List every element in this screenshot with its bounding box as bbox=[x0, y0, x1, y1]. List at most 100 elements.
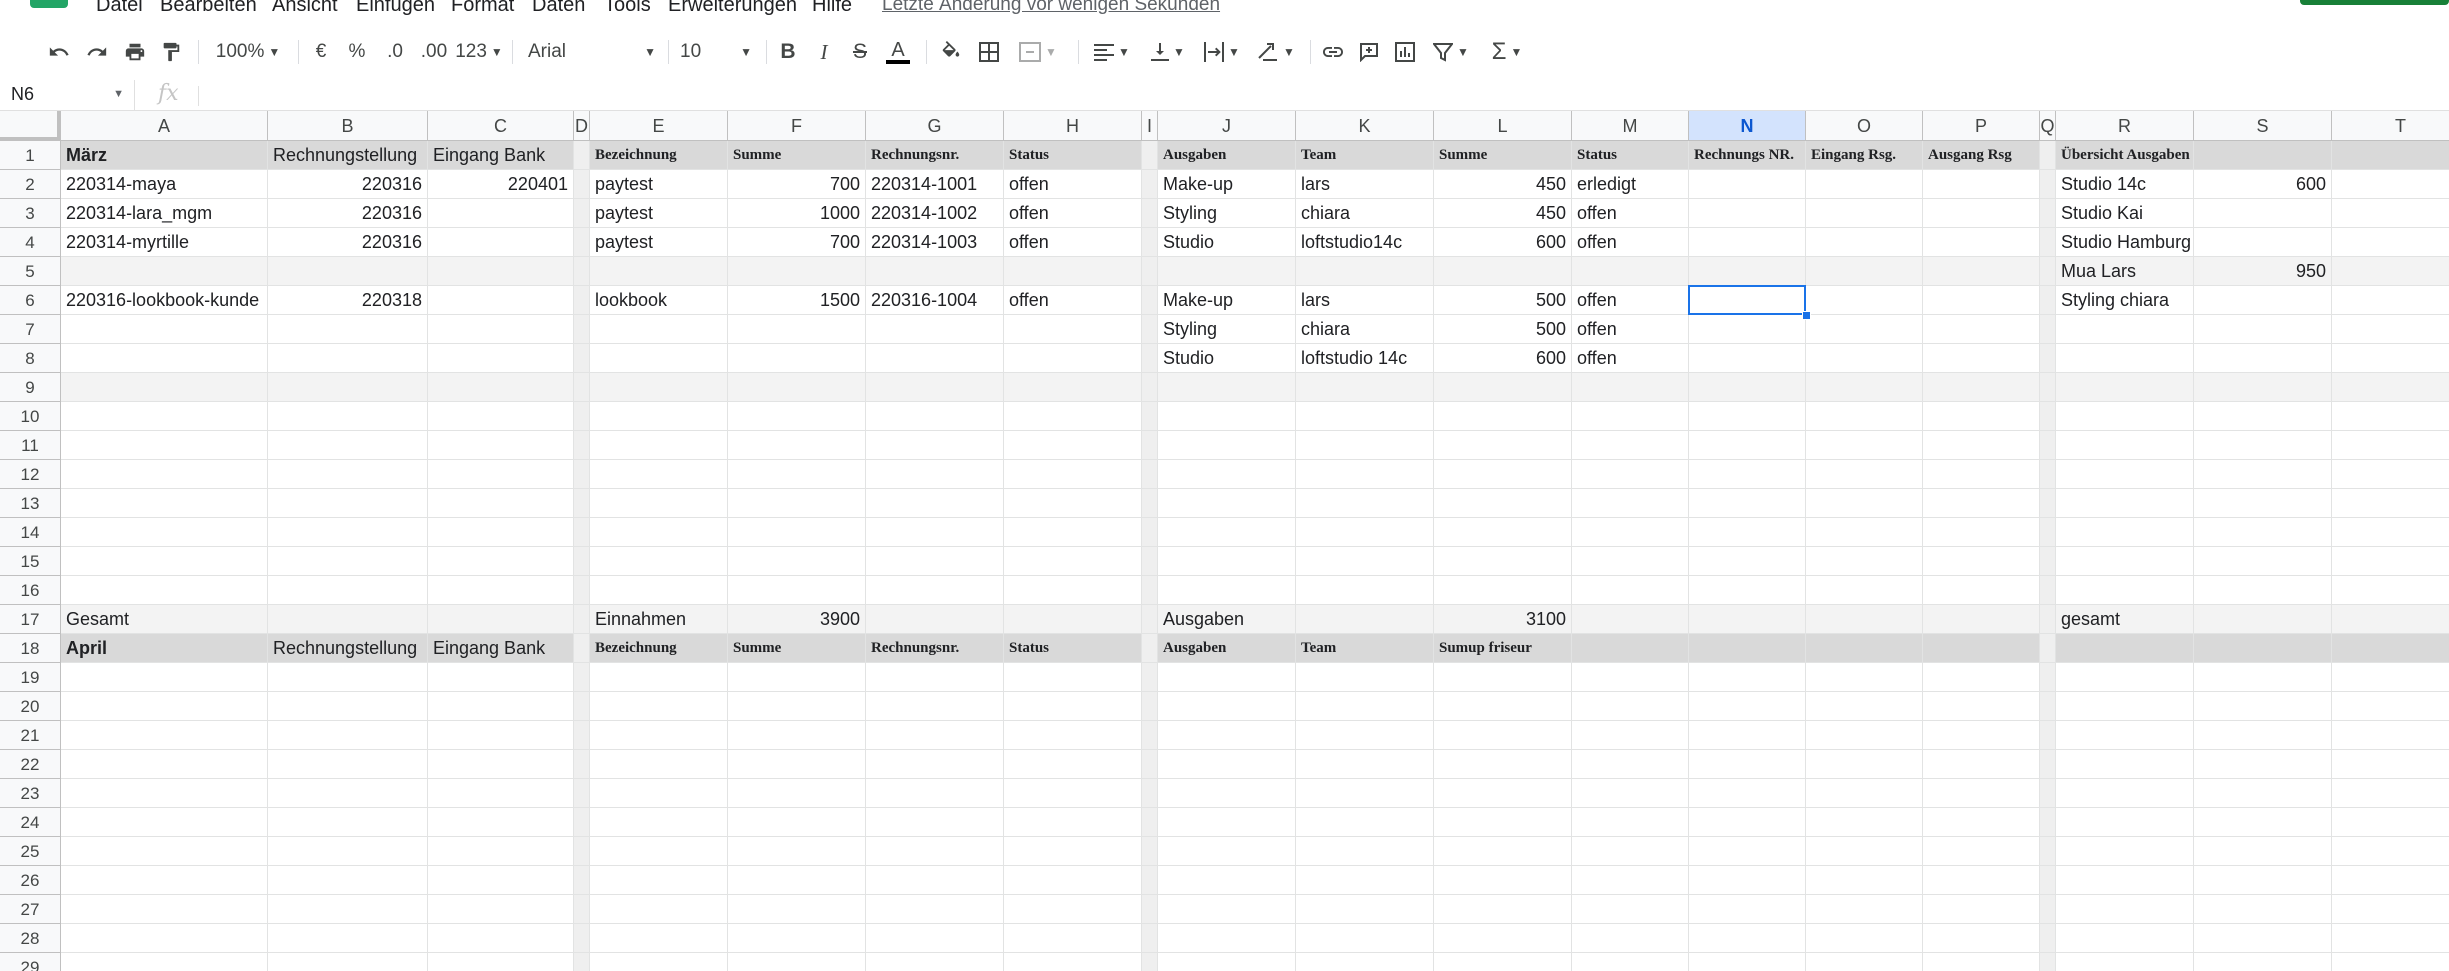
cell-q26[interactable] bbox=[2040, 866, 2056, 895]
cell-f9[interactable] bbox=[728, 373, 866, 402]
cell-k1[interactable]: Team bbox=[1296, 141, 1434, 170]
cell-t14[interactable] bbox=[2332, 518, 2449, 547]
cell-b19[interactable] bbox=[268, 663, 428, 692]
cell-s25[interactable] bbox=[2194, 837, 2332, 866]
cell-m22[interactable] bbox=[1572, 750, 1689, 779]
menu-hilfe[interactable]: Hilfe bbox=[812, 0, 852, 16]
cell-q6[interactable] bbox=[2040, 286, 2056, 315]
cell-m27[interactable] bbox=[1572, 895, 1689, 924]
cell-s7[interactable] bbox=[2194, 315, 2332, 344]
cell-a29[interactable] bbox=[61, 953, 268, 971]
cell-f12[interactable] bbox=[728, 460, 866, 489]
cell-l16[interactable] bbox=[1434, 576, 1572, 605]
cell-s18[interactable] bbox=[2194, 634, 2332, 663]
cell-j11[interactable] bbox=[1158, 431, 1296, 460]
cell-n17[interactable] bbox=[1689, 605, 1806, 634]
cell-h11[interactable] bbox=[1004, 431, 1142, 460]
cell-r25[interactable] bbox=[2056, 837, 2194, 866]
cell-i16[interactable] bbox=[1142, 576, 1158, 605]
cell-i29[interactable] bbox=[1142, 953, 1158, 971]
cell-f6[interactable]: 1500 bbox=[728, 286, 866, 315]
row-header-5[interactable]: 5 bbox=[0, 257, 61, 286]
cell-h25[interactable] bbox=[1004, 837, 1142, 866]
cell-c21[interactable] bbox=[428, 721, 574, 750]
cell-a4[interactable]: 220314-myrtille bbox=[61, 228, 268, 257]
cell-d7[interactable] bbox=[574, 315, 590, 344]
zoom-select[interactable]: 100% ▼ bbox=[208, 38, 288, 66]
cell-q23[interactable] bbox=[2040, 779, 2056, 808]
cell-i7[interactable] bbox=[1142, 315, 1158, 344]
cell-g6[interactable]: 220316-1004 bbox=[866, 286, 1004, 315]
cell-m24[interactable] bbox=[1572, 808, 1689, 837]
cell-l12[interactable] bbox=[1434, 460, 1572, 489]
cell-j15[interactable] bbox=[1158, 547, 1296, 576]
cell-i5[interactable] bbox=[1142, 257, 1158, 286]
cell-n12[interactable] bbox=[1689, 460, 1806, 489]
cell-k3[interactable]: chiara bbox=[1296, 199, 1434, 228]
cell-q2[interactable] bbox=[2040, 170, 2056, 199]
cell-j4[interactable]: Studio bbox=[1158, 228, 1296, 257]
cell-m15[interactable] bbox=[1572, 547, 1689, 576]
cell-g3[interactable]: 220314-1002 bbox=[866, 199, 1004, 228]
cell-t13[interactable] bbox=[2332, 489, 2449, 518]
cell-r1[interactable]: Übersicht Ausgaben (offen) bbox=[2056, 141, 2236, 170]
cell-b8[interactable] bbox=[268, 344, 428, 373]
cell-i8[interactable] bbox=[1142, 344, 1158, 373]
cell-l17[interactable]: 3100 bbox=[1434, 605, 1572, 634]
cell-n2[interactable] bbox=[1689, 170, 1806, 199]
cell-d26[interactable] bbox=[574, 866, 590, 895]
row-header-18[interactable]: 18 bbox=[0, 634, 61, 663]
cell-i21[interactable] bbox=[1142, 721, 1158, 750]
cell-a5[interactable] bbox=[61, 257, 268, 286]
bold-icon[interactable]: B bbox=[774, 38, 802, 66]
cell-i18[interactable] bbox=[1142, 634, 1158, 663]
row-header-29[interactable]: 29 bbox=[0, 953, 61, 971]
cell-f24[interactable] bbox=[728, 808, 866, 837]
cell-h9[interactable] bbox=[1004, 373, 1142, 402]
cell-q25[interactable] bbox=[2040, 837, 2056, 866]
cell-a19[interactable] bbox=[61, 663, 268, 692]
cell-j2[interactable]: Make-up bbox=[1158, 170, 1296, 199]
cell-b23[interactable] bbox=[268, 779, 428, 808]
cell-s1[interactable] bbox=[2194, 141, 2332, 170]
cell-c11[interactable] bbox=[428, 431, 574, 460]
row-header-13[interactable]: 13 bbox=[0, 489, 61, 518]
italic-icon[interactable]: I bbox=[810, 38, 838, 66]
column-header-b[interactable]: B bbox=[268, 111, 428, 141]
cell-o16[interactable] bbox=[1806, 576, 1923, 605]
cell-j18[interactable]: Ausgaben bbox=[1158, 634, 1296, 663]
cell-g15[interactable] bbox=[866, 547, 1004, 576]
cell-o3[interactable] bbox=[1806, 199, 1923, 228]
cell-o9[interactable] bbox=[1806, 373, 1923, 402]
cell-k9[interactable] bbox=[1296, 373, 1434, 402]
cell-p18[interactable] bbox=[1923, 634, 2040, 663]
cell-b15[interactable] bbox=[268, 547, 428, 576]
cell-p27[interactable] bbox=[1923, 895, 2040, 924]
cell-s2[interactable]: 600 bbox=[2194, 170, 2332, 199]
cell-m4[interactable]: offen bbox=[1572, 228, 1689, 257]
cell-l20[interactable] bbox=[1434, 692, 1572, 721]
cell-g24[interactable] bbox=[866, 808, 1004, 837]
cell-n16[interactable] bbox=[1689, 576, 1806, 605]
cell-q3[interactable] bbox=[2040, 199, 2056, 228]
cell-m2[interactable]: erledigt bbox=[1572, 170, 1689, 199]
cell-o17[interactable] bbox=[1806, 605, 1923, 634]
cell-n10[interactable] bbox=[1689, 402, 1806, 431]
cell-d19[interactable] bbox=[574, 663, 590, 692]
cell-l24[interactable] bbox=[1434, 808, 1572, 837]
cell-e13[interactable] bbox=[590, 489, 728, 518]
row-header-10[interactable]: 10 bbox=[0, 402, 61, 431]
cell-b10[interactable] bbox=[268, 402, 428, 431]
cell-p20[interactable] bbox=[1923, 692, 2040, 721]
cell-g25[interactable] bbox=[866, 837, 1004, 866]
cell-p22[interactable] bbox=[1923, 750, 2040, 779]
cell-b4[interactable]: 220316 bbox=[268, 228, 428, 257]
cell-e16[interactable] bbox=[590, 576, 728, 605]
cell-k20[interactable] bbox=[1296, 692, 1434, 721]
column-header-a[interactable]: A bbox=[61, 111, 268, 141]
cell-b14[interactable] bbox=[268, 518, 428, 547]
cell-i14[interactable] bbox=[1142, 518, 1158, 547]
cell-s23[interactable] bbox=[2194, 779, 2332, 808]
cell-s6[interactable] bbox=[2194, 286, 2332, 315]
cell-q8[interactable] bbox=[2040, 344, 2056, 373]
